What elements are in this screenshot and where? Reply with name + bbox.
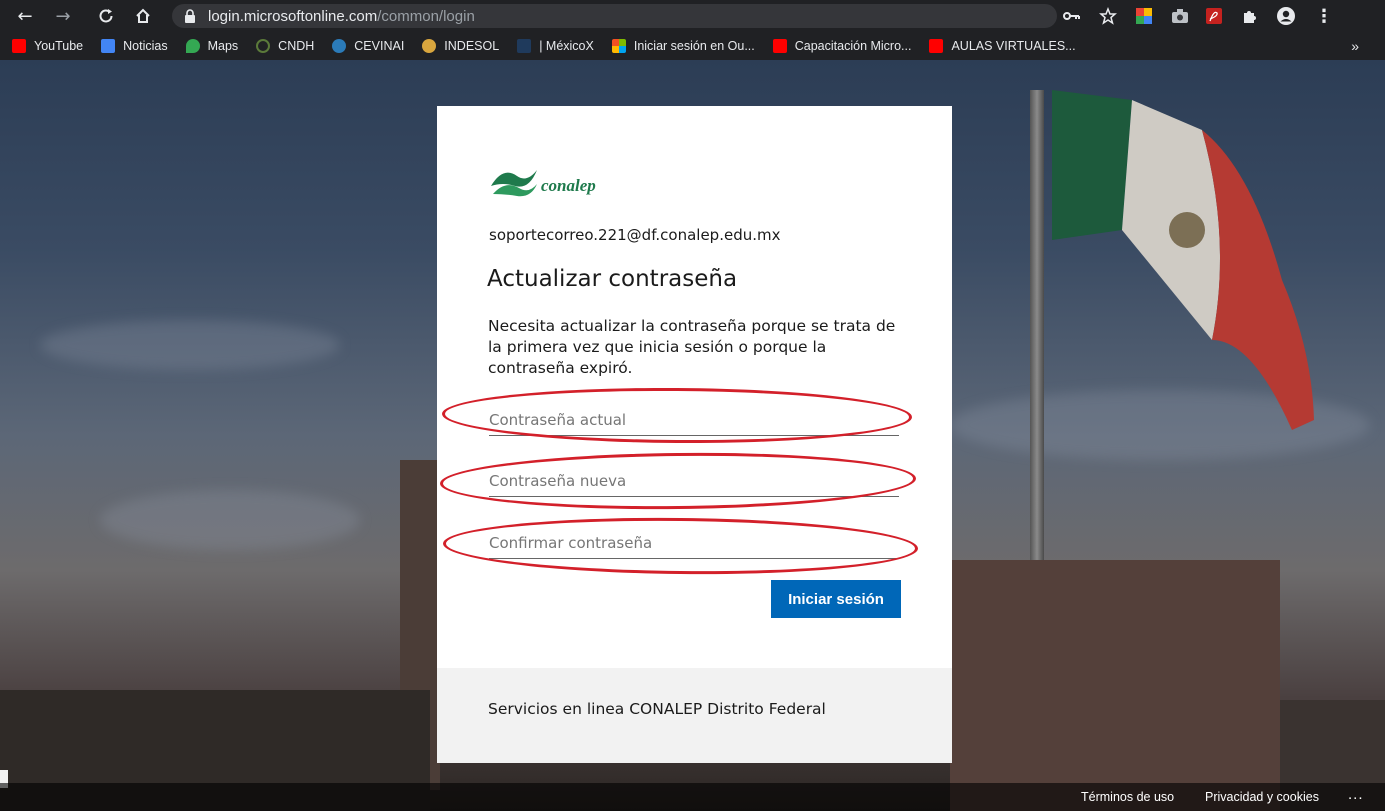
mexican-flag xyxy=(1052,90,1314,430)
conalep-logo-icon xyxy=(491,170,537,197)
maps-pin-icon xyxy=(185,39,200,53)
bookmark-label: Capacitación Micro... xyxy=(794,39,912,53)
bookmark-label: AULAS VIRTUALES... xyxy=(951,39,1076,53)
account-identity: soportecorreo.221@df.conalep.edu.mx xyxy=(489,226,781,244)
brand-name: conalep xyxy=(541,176,596,195)
bookmark-outlook[interactable]: Iniciar sesión en Ou... xyxy=(611,39,755,53)
profile-icon[interactable] xyxy=(1276,6,1296,26)
bookmark-noticias[interactable]: Noticias xyxy=(101,39,168,53)
color-extension-icon[interactable] xyxy=(1134,6,1154,26)
bookmark-label: Maps xyxy=(207,39,239,53)
bookmark-label: CEVINAI xyxy=(354,39,405,53)
page-description: Necesita actualizar la contraseña porque… xyxy=(488,317,896,377)
camera-icon[interactable] xyxy=(1170,6,1190,26)
page-footer: Términos de uso Privacidad y cookies ... xyxy=(0,783,1385,811)
back-arrow-icon[interactable]: ← xyxy=(14,5,36,27)
url-path: /common/login xyxy=(377,7,475,25)
navigation-row: ← → login.microsoftonline.com/common/log… xyxy=(0,0,1385,32)
address-bar[interactable]: login.microsoftonline.com/common/login xyxy=(172,4,1057,28)
current-password-input[interactable] xyxy=(489,404,899,436)
star-icon[interactable] xyxy=(1098,6,1118,26)
youtube-icon xyxy=(12,39,26,53)
bookmark-label: CNDH xyxy=(278,39,315,53)
reload-icon[interactable] xyxy=(95,5,117,27)
confirm-password-input[interactable] xyxy=(489,527,899,559)
youtube-icon xyxy=(772,39,787,53)
bookmark-label: | MéxicoX xyxy=(539,39,594,53)
url-host: login.microsoftonline.com xyxy=(208,7,378,25)
mexicox-icon xyxy=(517,39,532,53)
login-card: conalep soportecorreo.221@df.conalep.edu… xyxy=(437,106,952,763)
bookmark-aulas[interactable]: AULAS VIRTUALES... xyxy=(929,39,1076,53)
bookmarks-bar: YouTube Noticias Maps CNDH CEVINAI INDES… xyxy=(0,32,1385,60)
puzzle-icon[interactable] xyxy=(1240,6,1260,26)
cndh-icon xyxy=(256,39,271,53)
cloud xyxy=(100,490,360,550)
indesol-icon xyxy=(422,39,437,53)
page-title: Actualizar contraseña xyxy=(487,266,738,292)
bookmark-maps[interactable]: Maps xyxy=(185,39,239,53)
bookmark-label: Iniciar sesión en Ou... xyxy=(633,39,755,53)
youtube-icon xyxy=(929,39,944,53)
bookmark-cndh[interactable]: CNDH xyxy=(256,39,314,53)
cathedral-right xyxy=(950,560,1280,811)
conalep-logo: conalep xyxy=(489,164,596,198)
forward-arrow-icon[interactable]: → xyxy=(52,5,74,27)
footer-text: Servicios en linea CONALEP Distrito Fede… xyxy=(488,700,826,718)
key-icon[interactable] xyxy=(1062,6,1082,26)
pdf-icon[interactable] xyxy=(1204,6,1224,26)
news-icon xyxy=(101,39,116,53)
bookmark-capacitacion[interactable]: Capacitación Micro... xyxy=(772,39,912,53)
more-options-button[interactable]: ... xyxy=(1348,786,1364,803)
card-footer: Servicios en linea CONALEP Distrito Fede… xyxy=(437,668,952,763)
cloud xyxy=(40,320,340,370)
browser-toolbar: ← → login.microsoftonline.com/common/log… xyxy=(0,0,1385,60)
edge-icon xyxy=(332,39,347,53)
lock-icon xyxy=(184,9,196,23)
bookmark-youtube[interactable]: YouTube xyxy=(12,39,83,53)
bookmark-indesol[interactable]: INDESOL xyxy=(422,39,499,53)
bookmark-cevinai[interactable]: CEVINAI xyxy=(332,39,404,53)
bookmarks-overflow-button[interactable]: » xyxy=(1351,38,1359,54)
bookmark-mexicox[interactable]: | MéxicoX xyxy=(517,39,594,53)
terms-link[interactable]: Términos de uso xyxy=(1081,790,1174,804)
privacy-link[interactable]: Privacidad y cookies xyxy=(1205,790,1319,804)
home-icon[interactable] xyxy=(132,5,154,27)
bookmark-label: Noticias xyxy=(123,39,168,53)
microsoft-icon xyxy=(611,39,626,53)
sign-in-button[interactable]: Iniciar sesión xyxy=(771,580,901,618)
menu-dots-icon[interactable]: ⋮ xyxy=(1314,6,1334,27)
bookmark-label: INDESOL xyxy=(444,39,500,53)
bookmark-label: YouTube xyxy=(34,39,84,53)
new-password-input[interactable] xyxy=(489,465,899,497)
